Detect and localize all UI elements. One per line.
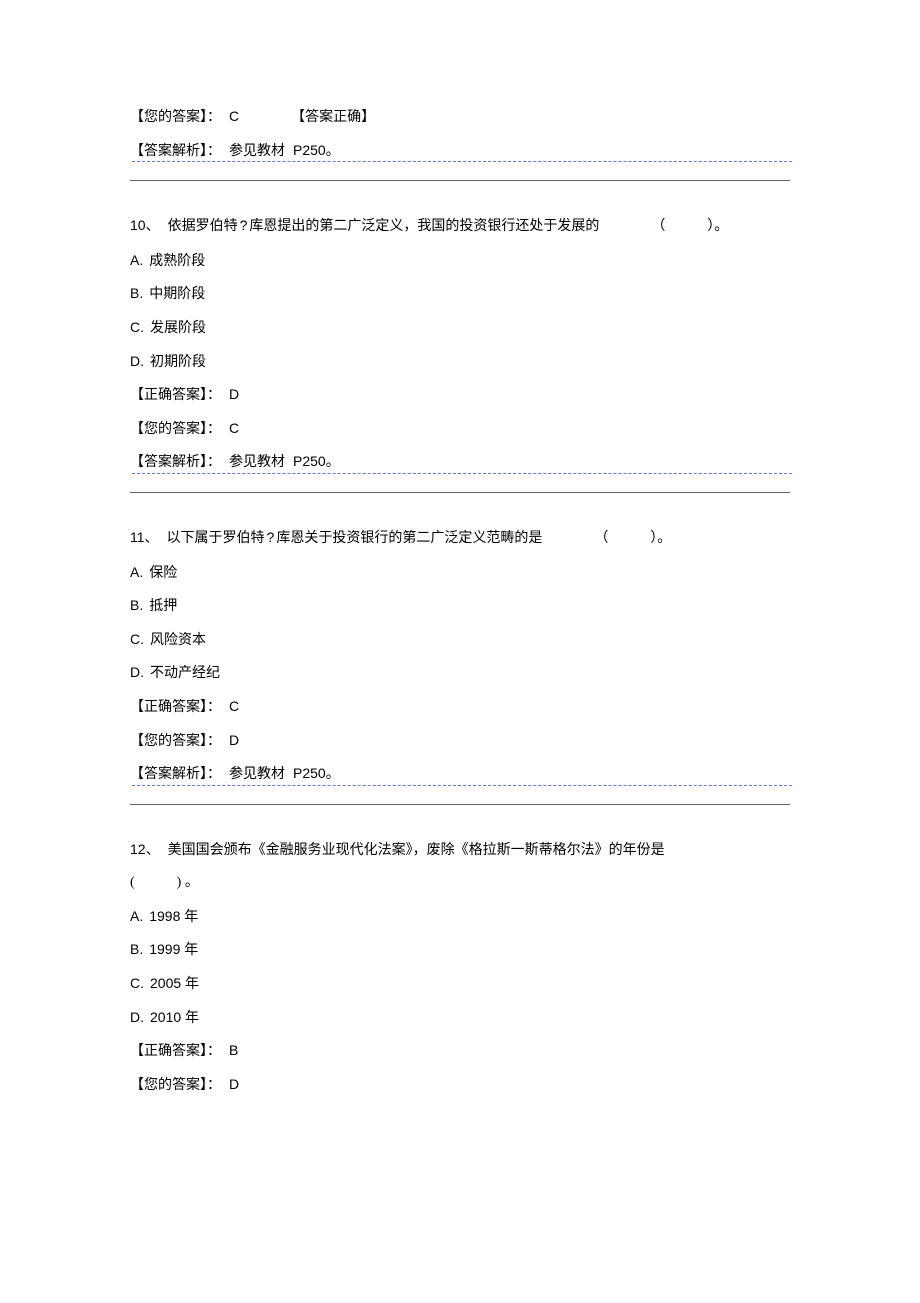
solid-divider <box>130 492 790 493</box>
opt-letter-d: D. <box>130 656 144 690</box>
q12-stem-text: 美国国会颁布《金融服务业现代化法案》，废除《格拉斯一斯蒂格尔法》的年份是 <box>168 833 665 867</box>
explain-label: 【答案解析】： <box>130 757 221 791</box>
explain-text-prefix: 参见教材 <box>229 445 285 479</box>
correct-answer-label: 【正确答案】： <box>130 378 221 412</box>
opt-letter-d: D. <box>130 1001 144 1035</box>
q10-stem: 10、 依据罗伯特 ? 库恩提出的第二广泛定义，我国的投资银行还处于发展的 （ … <box>130 209 790 244</box>
q12-number: 12、 <box>130 833 160 867</box>
q11-stem-text-b: 库恩关于投资银行的第二广泛定义范畴的是 <box>276 521 542 555</box>
q12-opt-b: B. 1999 年 <box>130 933 790 967</box>
explain-text-page: P250。 <box>293 134 340 168</box>
q11-opt-d: D. 不动产经纪 <box>130 656 790 690</box>
q10-opt-b-text: 中期阶段 <box>149 277 205 311</box>
explain-text-prefix: 参见教材 <box>229 134 285 168</box>
q10-your-line: 【您的答案】： C <box>130 412 790 446</box>
your-answer-label: 【您的答案】： <box>130 1068 221 1102</box>
your-answer-label: 【您的答案】： <box>130 412 221 446</box>
q9-your-answer-value: C <box>229 100 239 134</box>
blank-paren: ( ) 。 <box>130 866 199 900</box>
q10-stem-qmark: ? <box>240 209 248 243</box>
q11-your-value: D <box>229 724 239 758</box>
q10-opt-a-text: 成熟阶段 <box>149 244 205 278</box>
q10-opt-c: C. 发展阶段 <box>130 311 790 345</box>
q11-opt-b-text: 抵押 <box>149 589 177 623</box>
solid-divider <box>130 804 790 805</box>
q11-opt-c: C. 风险资本 <box>130 623 790 657</box>
q10-number: 10、 <box>130 209 160 243</box>
explain-text-prefix: 参见教材 <box>229 757 285 791</box>
q10-opt-b: B. 中期阶段 <box>130 277 790 311</box>
opt-letter-a: A. <box>130 556 143 590</box>
blank-paren: （ ）。 <box>594 522 671 556</box>
opt-letter-c: C. <box>130 623 144 657</box>
opt-letter-d: D. <box>130 345 144 379</box>
q11-stem: 11、 以下属于罗伯特 ? 库恩关于投资银行的第二广泛定义范畴的是 （ ）。 <box>130 521 790 556</box>
page-container: 【您的答案】： C 【答案正确】 【答案解析】： 参见教材 P250。 10、 … <box>0 0 920 1303</box>
q11-block: 11、 以下属于罗伯特 ? 库恩关于投资银行的第二广泛定义范畴的是 （ ）。 A… <box>130 521 790 786</box>
opt-letter-b: B. <box>130 589 143 623</box>
q11-opt-c-text: 风险资本 <box>150 623 206 657</box>
q12-opt-a: A. 1998 年 <box>130 900 790 934</box>
opt-letter-b: B. <box>130 933 143 967</box>
your-answer-label: 【您的答案】： <box>130 724 221 758</box>
q11-stem-qmark: ? <box>267 521 275 555</box>
opt-letter-a: A. <box>130 244 143 278</box>
q12-block: 12、 美国国会颁布《金融服务业现代化法案》，废除《格拉斯一斯蒂格尔法》的年份是… <box>130 833 790 1102</box>
explain-label: 【答案解析】： <box>130 445 221 479</box>
q11-number: 11、 <box>130 521 159 555</box>
q11-opt-a-text: 保险 <box>149 556 177 590</box>
q12-opt-a-text: 1998 年 <box>149 900 198 934</box>
q10-opt-a: A. 成熟阶段 <box>130 244 790 278</box>
q12-correct-value: B <box>229 1034 238 1068</box>
q10-correct-value: D <box>229 378 239 412</box>
q9-tail-block: 【您的答案】： C 【答案正确】 【答案解析】： 参见教材 P250。 <box>130 100 790 162</box>
q11-opt-d-text: 不动产经纪 <box>150 656 220 690</box>
q10-opt-d: D. 初期阶段 <box>130 345 790 379</box>
q12-opt-c: C. 2005 年 <box>130 967 790 1001</box>
q12-your-value: D <box>229 1068 239 1102</box>
q10-your-value: C <box>229 412 239 446</box>
q12-opt-b-text: 1999 年 <box>149 933 198 967</box>
q9-your-answer-line: 【您的答案】： C 【答案正确】 <box>130 100 790 134</box>
q11-your-line: 【您的答案】： D <box>130 724 790 758</box>
q12-your-line: 【您的答案】： D <box>130 1068 790 1102</box>
correct-answer-label: 【正确答案】： <box>130 1034 221 1068</box>
answer-correct-tag: 【答案正确】 <box>291 100 375 134</box>
q12-opt-d: D. 2010 年 <box>130 1001 790 1035</box>
q10-block: 10、 依据罗伯特 ? 库恩提出的第二广泛定义，我国的投资银行还处于发展的 （ … <box>130 209 790 474</box>
q10-correct-line: 【正确答案】： D <box>130 378 790 412</box>
explain-label: 【答案解析】： <box>130 134 221 168</box>
q11-correct-line: 【正确答案】： C <box>130 690 790 724</box>
blank-paren: （ ）。 <box>651 210 728 244</box>
q10-opt-c-text: 发展阶段 <box>150 311 206 345</box>
opt-letter-b: B. <box>130 277 143 311</box>
explain-text-page: P250。 <box>293 757 340 791</box>
opt-letter-c: C. <box>130 311 144 345</box>
q12-opt-d-text: 2010 年 <box>150 1001 199 1035</box>
correct-answer-label: 【正确答案】： <box>130 690 221 724</box>
q12-stem-line2: ( ) 。 <box>130 866 790 900</box>
q11-stem-text-a: 以下属于罗伯特 <box>167 521 265 555</box>
your-answer-label: 【您的答案】： <box>130 100 221 134</box>
q10-stem-text-b: 库恩提出的第二广泛定义，我国的投资银行还处于发展的 <box>249 209 599 243</box>
q11-correct-value: C <box>229 690 239 724</box>
q12-stem-line1: 12、 美国国会颁布《金融服务业现代化法案》，废除《格拉斯一斯蒂格尔法》的年份是 <box>130 833 790 867</box>
q11-opt-a: A. 保险 <box>130 556 790 590</box>
q12-opt-c-text: 2005 年 <box>150 967 199 1001</box>
q11-opt-b: B. 抵押 <box>130 589 790 623</box>
explain-text-page: P250。 <box>293 445 340 479</box>
solid-divider <box>130 180 790 181</box>
q10-opt-d-text: 初期阶段 <box>150 345 206 379</box>
opt-letter-c: C. <box>130 967 144 1001</box>
opt-letter-a: A. <box>130 900 143 934</box>
q10-stem-text-a: 依据罗伯特 <box>168 209 238 243</box>
q12-correct-line: 【正确答案】： B <box>130 1034 790 1068</box>
